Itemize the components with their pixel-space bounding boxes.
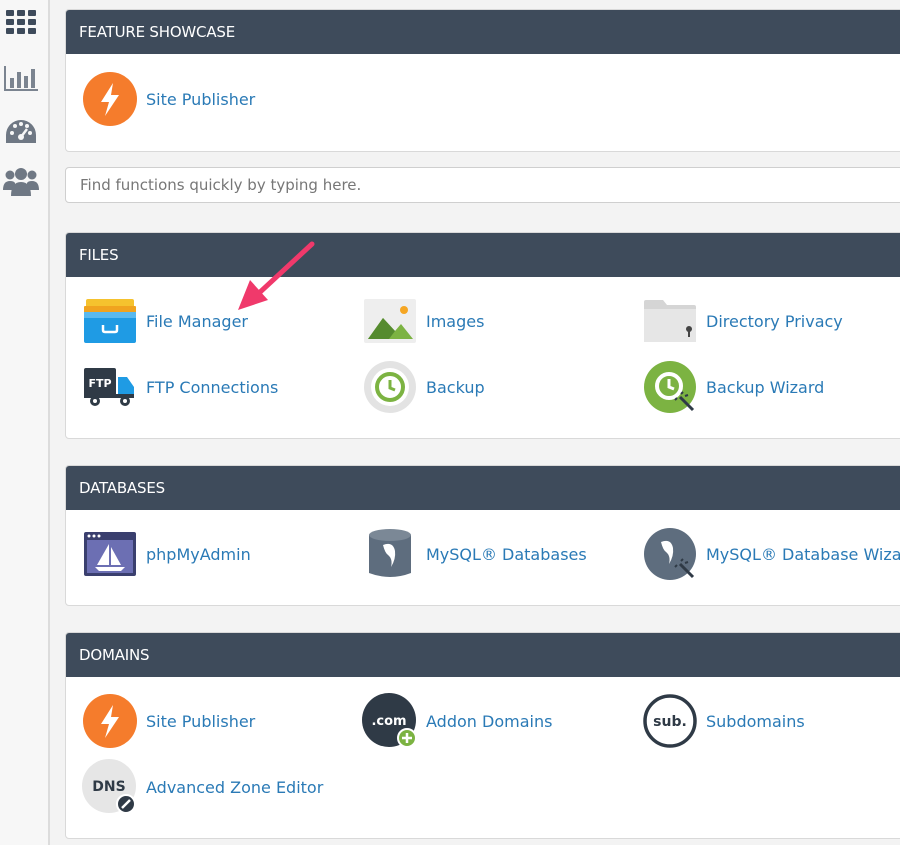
images-link[interactable]: Images <box>362 293 484 349</box>
addon-domains-icon: .com <box>362 693 418 749</box>
domains-panel: DOMAINS Site Publisher .com Addon Domain… <box>65 632 900 839</box>
item-label: Site Publisher <box>146 711 256 731</box>
addon-domains-link[interactable]: .com Addon Domains <box>362 693 552 749</box>
search-input[interactable] <box>65 167 900 203</box>
panel-title: FILES <box>66 233 900 277</box>
item-label: FTP Connections <box>146 377 279 397</box>
item-label: phpMyAdmin <box>146 544 251 564</box>
grid-icon[interactable] <box>3 4 39 40</box>
annotation-arrow-icon <box>238 241 315 310</box>
item-label: Subdomains <box>706 711 805 731</box>
ftp-connections-icon: FTP <box>82 359 138 415</box>
feature-showcase-panel: FEATURE SHOWCASE Site Publisher <box>65 9 900 152</box>
backup-wizard-link[interactable]: Backup Wizard <box>642 359 824 415</box>
site-publisher-icon <box>82 71 138 127</box>
site-publisher-icon <box>82 693 138 749</box>
item-label: Backup <box>426 377 485 397</box>
domains-site-publisher-link[interactable]: Site Publisher <box>82 693 255 749</box>
dns-icon: DNS <box>82 759 138 815</box>
mysql-database-wizard-link[interactable]: MySQL® Database Wizard <box>642 526 900 582</box>
backup-wizard-icon <box>642 359 698 415</box>
ftp-connections-link[interactable]: FTP FTP Connections <box>82 359 278 415</box>
panel-title: FEATURE SHOWCASE <box>66 10 900 54</box>
gauge-icon[interactable] <box>3 114 39 150</box>
subdomains-icon: sub. <box>642 693 698 749</box>
backup-icon <box>362 359 418 415</box>
advanced-zone-editor-link[interactable]: DNS Advanced Zone Editor <box>82 759 323 815</box>
dns-icon-text: DNS <box>92 779 125 795</box>
directory-privacy-icon <box>642 293 698 349</box>
mysql-databases-icon <box>362 526 418 582</box>
panel-title: DOMAINS <box>66 633 900 677</box>
item-label: Advanced Zone Editor <box>146 777 324 797</box>
subdomains-link[interactable]: sub. Subdomains <box>642 693 805 749</box>
mysql-database-wizard-icon <box>642 526 698 582</box>
item-label: MySQL® Databases <box>426 544 587 564</box>
file-manager-icon <box>82 293 138 349</box>
users-icon[interactable] <box>3 164 39 200</box>
item-label: Directory Privacy <box>706 311 843 331</box>
panel-title: DATABASES <box>66 466 900 510</box>
item-label: Addon Domains <box>426 711 553 731</box>
addon-icon-text: .com <box>371 714 406 729</box>
mysql-databases-link[interactable]: MySQL® Databases <box>362 526 587 582</box>
phpmyadmin-icon <box>82 526 138 582</box>
phpmyadmin-link[interactable]: phpMyAdmin <box>82 526 251 582</box>
directory-privacy-link[interactable]: Directory Privacy <box>642 293 843 349</box>
item-label: MySQL® Database Wizard <box>706 544 900 564</box>
files-panel: FILES File Manager Images Directory Priv… <box>65 232 900 439</box>
item-label: Backup Wizard <box>706 377 825 397</box>
feature-site-publisher-link[interactable]: Site Publisher <box>82 71 255 127</box>
item-label: Site Publisher <box>146 89 256 109</box>
sidebar <box>0 0 50 845</box>
backup-link[interactable]: Backup <box>362 359 485 415</box>
ftp-icon-text: FTP <box>88 377 111 390</box>
sub-icon-text: sub. <box>653 714 687 730</box>
file-manager-link[interactable]: File Manager <box>82 293 248 349</box>
images-icon <box>362 293 418 349</box>
bar-chart-icon[interactable] <box>3 60 39 96</box>
databases-panel: DATABASES phpMyAdmin MySQL® Databases My… <box>65 465 900 606</box>
item-label: Images <box>426 311 485 331</box>
